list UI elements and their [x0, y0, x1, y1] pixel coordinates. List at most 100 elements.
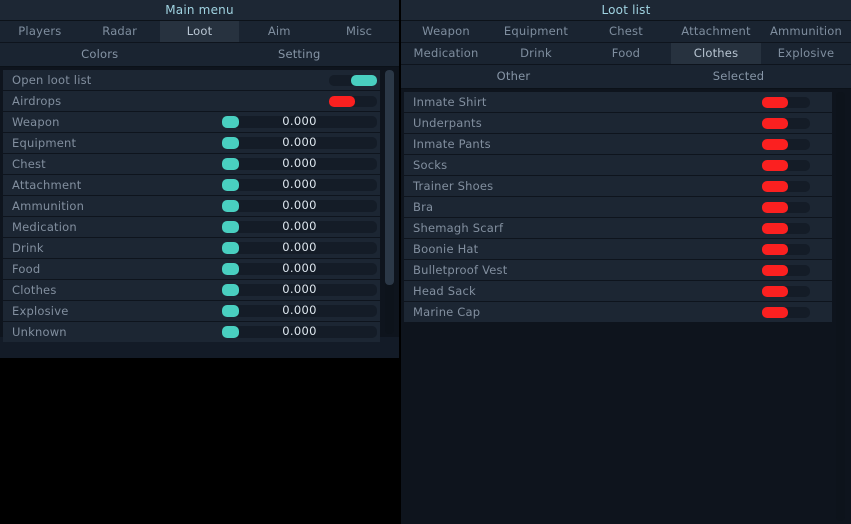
settings-row[interactable]: Food0.000 — [3, 259, 380, 279]
distance-slider[interactable]: 0.000 — [222, 158, 377, 170]
slider-value: 0.000 — [222, 115, 377, 128]
main-menu-tab-bar: PlayersRadarLootAimMisc — [0, 21, 399, 43]
settings-row[interactable]: Open loot list — [3, 70, 380, 90]
distance-slider[interactable]: 0.000 — [222, 284, 377, 296]
distance-slider[interactable]: 0.000 — [222, 305, 377, 317]
distance-slider[interactable]: 0.000 — [222, 200, 377, 212]
loot-item-row[interactable]: Inmate Pants — [404, 134, 832, 154]
loot-filter-other[interactable]: Other — [401, 65, 626, 88]
subtab-setting[interactable]: Setting — [200, 43, 400, 66]
slider-value: 0.000 — [222, 136, 377, 149]
item-toggle[interactable] — [762, 118, 810, 129]
right-scrollbar[interactable] — [836, 92, 845, 521]
loot-item-row[interactable]: Shemagh Scarf — [404, 218, 832, 238]
settings-row[interactable]: Medication0.000 — [3, 217, 380, 237]
loot-tab-ammunition[interactable]: Ammunition — [761, 21, 851, 42]
loot-tab-attachment[interactable]: Attachment — [671, 21, 761, 42]
distance-slider[interactable]: 0.000 — [222, 263, 377, 275]
settings-row[interactable]: Chest 0.000 — [3, 154, 380, 174]
settings-row[interactable]: Weapon 0.000 — [3, 112, 380, 132]
main-menu-panel: Main menu PlayersRadarLootAimMisc Colors… — [0, 0, 399, 358]
left-scrollbar[interactable] — [385, 70, 394, 334]
settings-row[interactable]: Unknown0.000 — [3, 322, 380, 342]
item-toggle[interactable] — [762, 202, 810, 213]
loot-item-row[interactable]: Trainer Shoes — [404, 176, 832, 196]
tab-loot[interactable]: Loot — [160, 21, 240, 42]
tab-aim[interactable]: Aim — [239, 21, 319, 42]
item-toggle[interactable] — [762, 307, 810, 318]
row-label: Weapon — [3, 115, 60, 129]
toggle-knob — [762, 160, 788, 171]
settings-row[interactable]: Ammunition 0.000 — [3, 196, 380, 216]
item-toggle[interactable] — [762, 139, 810, 150]
toggle-knob — [762, 118, 788, 129]
loot-tab-equipment[interactable]: Equipment — [491, 21, 581, 42]
distance-slider[interactable]: 0.000 — [222, 326, 377, 338]
loot-tab-food[interactable]: Food — [581, 43, 671, 64]
distance-slider[interactable]: 0.000 — [222, 137, 377, 149]
item-toggle[interactable] — [762, 286, 810, 297]
tab-misc[interactable]: Misc — [319, 21, 399, 42]
loot-item-row[interactable]: Head Sack — [404, 281, 832, 301]
settings-row[interactable]: Airdrops — [3, 91, 380, 111]
subtab-colors[interactable]: Colors — [0, 43, 200, 66]
loot-item-row[interactable]: Inmate Shirt — [404, 92, 832, 112]
slider-value: 0.000 — [222, 325, 377, 338]
row-label: Socks — [404, 158, 447, 172]
settings-row[interactable]: Equipment 0.000 — [3, 133, 380, 153]
toggle-switch[interactable] — [329, 96, 377, 107]
slider-value: 0.000 — [222, 220, 377, 233]
tab-radar[interactable]: Radar — [80, 21, 160, 42]
item-toggle[interactable] — [762, 160, 810, 171]
toggle-switch[interactable] — [329, 75, 377, 86]
loot-tab-clothes[interactable]: Clothes — [671, 43, 761, 64]
settings-row[interactable]: Explosive 0.000 — [3, 301, 380, 321]
loot-tab-weapon[interactable]: Weapon — [401, 21, 491, 42]
item-toggle[interactable] — [762, 244, 810, 255]
row-label: Chest — [3, 157, 46, 171]
loot-tab-chest[interactable]: Chest — [581, 21, 671, 42]
distance-slider[interactable]: 0.000 — [222, 242, 377, 254]
loot-tab-medication[interactable]: Medication — [401, 43, 491, 64]
loot-tab-explosive[interactable]: Explosive — [761, 43, 851, 64]
distance-slider[interactable]: 0.000 — [222, 221, 377, 233]
distance-slider[interactable]: 0.000 — [222, 116, 377, 128]
row-label: Ammunition — [3, 199, 84, 213]
left-scrollbar-thumb[interactable] — [385, 70, 394, 285]
toggle-knob — [762, 202, 788, 213]
row-label: Inmate Pants — [404, 137, 491, 151]
row-label: Head Sack — [404, 284, 476, 298]
distance-slider[interactable]: 0.000 — [222, 179, 377, 191]
row-label: Inmate Shirt — [404, 95, 487, 109]
item-toggle[interactable] — [762, 181, 810, 192]
row-label: Drink — [3, 241, 44, 255]
slider-value: 0.000 — [222, 304, 377, 317]
settings-row[interactable]: Drink 0.000 — [3, 238, 380, 258]
loot-item-row[interactable]: Socks — [404, 155, 832, 175]
item-toggle[interactable] — [762, 97, 810, 108]
loot-item-row[interactable]: Underpants — [404, 113, 832, 133]
loot-category-tab-bar-row2: MedicationDrinkFoodClothesExplosive — [401, 43, 851, 65]
item-toggle[interactable] — [762, 265, 810, 276]
item-toggle[interactable] — [762, 223, 810, 234]
settings-row[interactable]: Clothes0.000 — [3, 280, 380, 300]
settings-row[interactable]: Attachment0.000 — [3, 175, 380, 195]
slider-value: 0.000 — [222, 178, 377, 191]
loot-item-row[interactable]: Bulletproof Vest — [404, 260, 832, 280]
row-label: Underpants — [404, 116, 482, 130]
toggle-knob — [762, 244, 788, 255]
row-label: Trainer Shoes — [404, 179, 493, 193]
row-label: Bulletproof Vest — [404, 263, 507, 277]
toggle-knob — [351, 75, 377, 86]
row-label: Shemagh Scarf — [404, 221, 503, 235]
loot-filter-selected[interactable]: Selected — [626, 65, 851, 88]
loot-item-row[interactable]: Bra — [404, 197, 832, 217]
loot-item-row[interactable]: Marine Cap — [404, 302, 832, 322]
row-label: Equipment — [3, 136, 76, 150]
row-label: Explosive — [3, 304, 68, 318]
cheat-menu-overlay: Main menu PlayersRadarLootAimMisc Colors… — [0, 0, 851, 501]
tab-players[interactable]: Players — [0, 21, 80, 42]
loot-tab-drink[interactable]: Drink — [491, 43, 581, 64]
toggle-knob — [329, 96, 355, 107]
loot-item-row[interactable]: Boonie Hat — [404, 239, 832, 259]
